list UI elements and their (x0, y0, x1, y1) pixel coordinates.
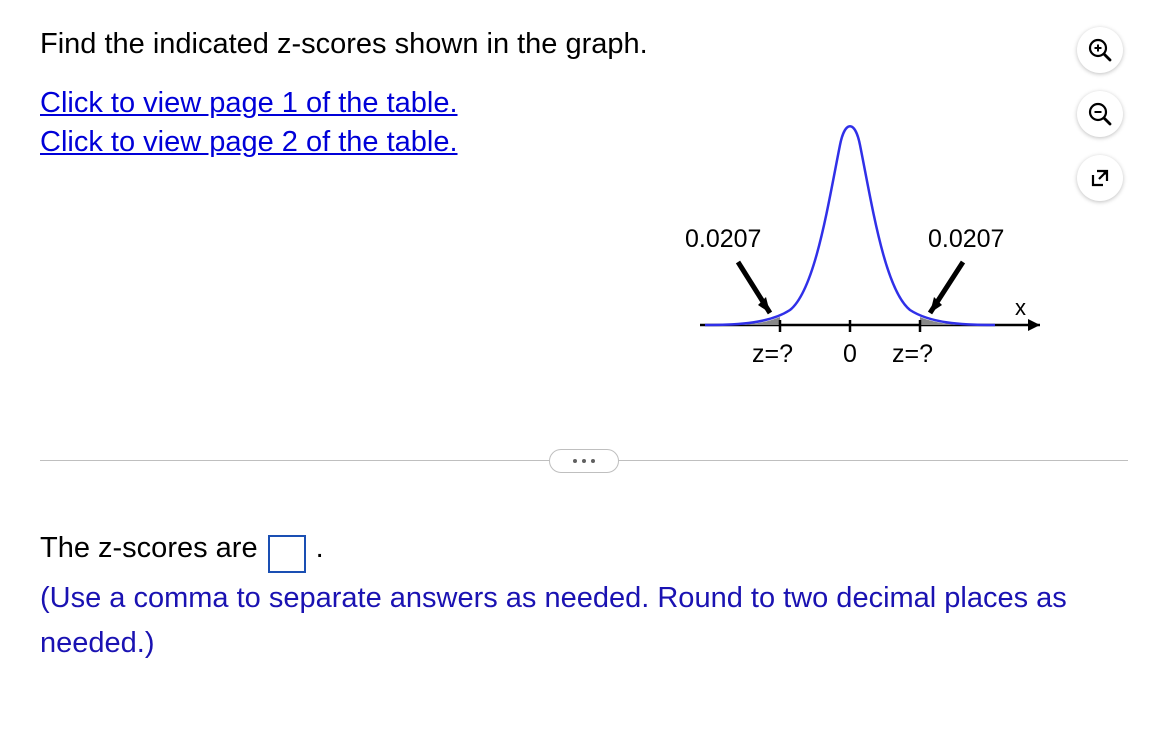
question-prompt: Find the indicated z-scores shown in the… (40, 25, 660, 64)
popout-button[interactable] (1077, 155, 1123, 201)
tick-label-left: z=? (752, 340, 793, 369)
answer-period: . (316, 526, 324, 571)
zoom-in-icon (1087, 37, 1113, 63)
zoom-out-button[interactable] (1077, 91, 1123, 137)
tick-label-center: 0 (843, 340, 857, 369)
expand-button[interactable] (549, 449, 619, 473)
normal-curve-graph: 0.0207 0.0207 x z=? 0 z=? (670, 25, 1070, 395)
left-area-label: 0.0207 (685, 225, 761, 254)
tick-label-right: z=? (892, 340, 933, 369)
z-scores-input[interactable] (268, 535, 306, 573)
x-axis-label: x (1015, 295, 1026, 321)
zoom-in-button[interactable] (1077, 27, 1123, 73)
answer-stem: The z-scores are (40, 526, 258, 571)
table-link-1[interactable]: Click to view page 1 of the table. (40, 84, 660, 123)
answer-instruction: (Use a comma to separate answers as need… (40, 576, 1128, 666)
right-area-label: 0.0207 (928, 225, 1004, 254)
zoom-out-icon (1087, 101, 1113, 127)
table-link-2[interactable]: Click to view page 2 of the table. (40, 123, 660, 162)
popout-icon (1088, 166, 1112, 190)
